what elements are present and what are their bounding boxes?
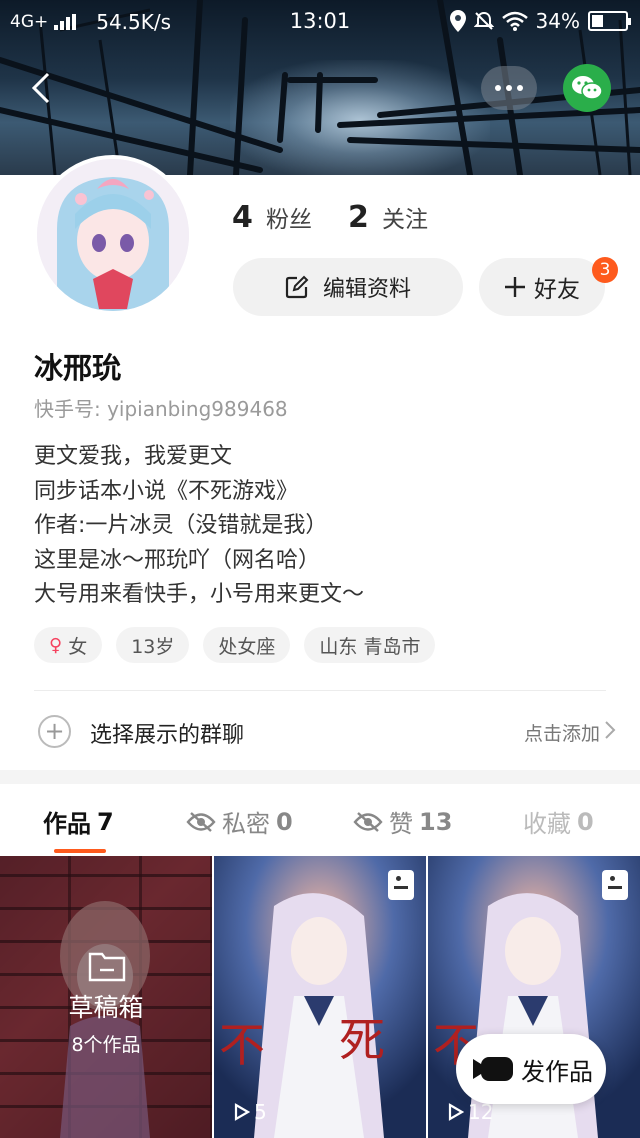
bio-line: 这里是冰～邢玧吖（网名哈） bbox=[34, 547, 321, 573]
age-label: 13岁 bbox=[131, 635, 175, 658]
divider bbox=[34, 690, 606, 691]
drafts-tile[interactable]: 草稿箱 8个作品 bbox=[0, 856, 212, 1138]
location-label: 山东 青岛市 bbox=[319, 635, 421, 658]
eye-off-icon bbox=[353, 811, 383, 832]
gender-tag: ♀ 女 bbox=[34, 627, 103, 663]
tab-works[interactable]: 作品 7 bbox=[43, 804, 114, 839]
tab-likes-label: 赞 bbox=[389, 810, 413, 838]
edit-icon bbox=[285, 275, 309, 299]
bio-line: 同步话本小说《不死游戏》 bbox=[34, 478, 299, 504]
battery-icon bbox=[588, 11, 631, 31]
followers-count: 4 bbox=[232, 200, 253, 235]
gender-label: 女 bbox=[68, 635, 88, 658]
status-bar: 4G+ 54.5K/s 13:01 34% bbox=[0, 0, 640, 44]
tab-private[interactable]: 私密 0 bbox=[186, 804, 293, 839]
username: 冰邢玧 bbox=[34, 351, 122, 385]
group-chat-action: 点击添加 bbox=[523, 723, 600, 745]
photo-type-icon bbox=[388, 870, 414, 900]
wechat-share-button[interactable] bbox=[563, 64, 611, 112]
plus-icon bbox=[505, 277, 525, 297]
camera-icon bbox=[473, 1057, 513, 1081]
play-count-value: 5 bbox=[254, 1100, 267, 1124]
tab-private-label: 私密 bbox=[222, 810, 270, 838]
photo-type-icon bbox=[602, 870, 628, 900]
bio-line: 作者:一片冰灵（没错就是我） bbox=[34, 513, 328, 538]
avatar[interactable] bbox=[33, 155, 193, 315]
following-label: 关注 bbox=[381, 207, 428, 233]
mute-bell-icon bbox=[473, 11, 494, 30]
following-count: 2 bbox=[347, 200, 369, 235]
followers-label: 粉丝 bbox=[265, 207, 312, 233]
friend-notification-badge: 3 bbox=[592, 257, 618, 283]
followers-stat[interactable]: 4 粉丝 bbox=[232, 200, 312, 235]
tab-favorites-count: 0 bbox=[577, 807, 594, 836]
location-icon bbox=[449, 10, 466, 32]
user-id[interactable]: 快手号: yipianbing989468 bbox=[34, 393, 288, 422]
profile-stats: 4 粉丝 2 关注 bbox=[232, 200, 428, 235]
post-work-button[interactable]: 发作品 bbox=[456, 1034, 606, 1104]
add-friend-button[interactable]: 好友 bbox=[479, 258, 605, 316]
group-chat-label: 选择展示的群聊 bbox=[90, 723, 245, 748]
active-tab-indicator bbox=[54, 849, 106, 853]
svg-text:不: 不 bbox=[219, 1018, 265, 1072]
following-stat[interactable]: 2 关注 bbox=[348, 200, 428, 235]
folder-icon bbox=[88, 952, 126, 982]
bio: 更文爱我，我爱更文 同步话本小说《不死游戏》 作者:一片冰灵（没错就是我） 这里… bbox=[34, 440, 364, 613]
work-tile[interactable]: 不 死 5 bbox=[214, 856, 426, 1138]
edit-profile-button[interactable]: 编辑资料 bbox=[233, 258, 463, 316]
drafts-count: 8个作品 bbox=[71, 1034, 141, 1056]
tab-favorites-label: 收藏 bbox=[523, 810, 571, 838]
location-tag: 山东 青岛市 bbox=[304, 627, 436, 663]
bio-line: 大号用来看快手，小号用来更文～ bbox=[34, 582, 365, 607]
play-icon bbox=[234, 1103, 250, 1121]
age-tag: 13岁 bbox=[116, 627, 190, 663]
tab-works-count: 7 bbox=[97, 807, 114, 836]
wifi-icon bbox=[501, 11, 528, 31]
content-tabs: 作品 7 私密 0 赞 13 收藏 0 bbox=[0, 784, 640, 854]
section-gap bbox=[0, 770, 640, 784]
female-icon: ♀ bbox=[49, 634, 63, 656]
add-friend-label: 好友 bbox=[534, 277, 580, 303]
play-icon bbox=[448, 1103, 464, 1121]
profile-banner: 4G+ 54.5K/s 13:01 34% bbox=[0, 0, 640, 175]
svg-text:死: 死 bbox=[339, 1013, 385, 1067]
tab-private-count: 0 bbox=[276, 807, 293, 836]
chevron-right-icon bbox=[605, 721, 616, 739]
zodiac-tag: 处女座 bbox=[203, 627, 291, 663]
drafts-title: 草稿箱 bbox=[68, 993, 144, 1022]
tab-works-label: 作品 bbox=[43, 810, 91, 838]
more-button[interactable] bbox=[481, 66, 537, 110]
group-chat-row[interactable]: + 选择展示的群聊 点击添加 bbox=[0, 700, 640, 764]
add-circle-icon: + bbox=[38, 715, 71, 748]
post-work-label: 发作品 bbox=[521, 1057, 593, 1086]
wechat-icon bbox=[572, 76, 603, 100]
chevron-left-icon bbox=[31, 72, 50, 104]
play-count: 5 bbox=[234, 1100, 267, 1124]
tab-likes[interactable]: 赞 13 bbox=[353, 804, 452, 839]
tab-likes-count: 13 bbox=[419, 807, 453, 836]
edit-profile-label: 编辑资料 bbox=[322, 277, 411, 302]
profile-tags: ♀ 女 13岁 处女座 山东 青岛市 bbox=[34, 627, 436, 663]
bio-line: 更文爱我，我爱更文 bbox=[34, 444, 233, 469]
zodiac-label: 处女座 bbox=[218, 635, 276, 658]
eye-off-icon bbox=[186, 811, 216, 832]
tab-favorites[interactable]: 收藏 0 bbox=[523, 804, 594, 839]
more-dots-icon bbox=[495, 85, 501, 91]
back-button[interactable] bbox=[22, 68, 62, 108]
battery-percent: 34% bbox=[535, 9, 580, 33]
avatar-image bbox=[37, 159, 189, 311]
